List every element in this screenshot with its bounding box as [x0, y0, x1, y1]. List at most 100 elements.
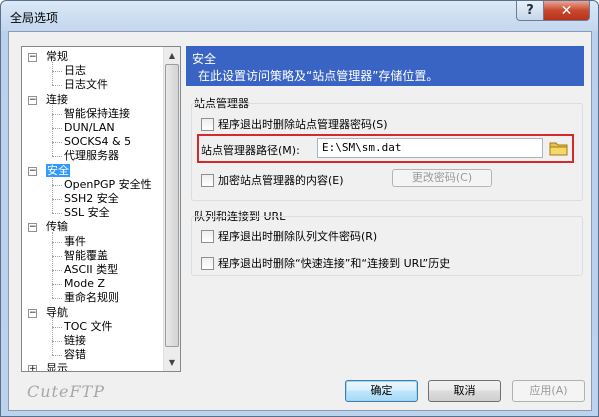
tree-connector: [52, 199, 62, 200]
tree-leaf[interactable]: 智能保持连接: [64, 107, 130, 121]
scroll-thumb[interactable]: [165, 64, 179, 347]
tree-leaf[interactable]: OpenPGP 安全性: [64, 178, 152, 192]
tree-scrollbar[interactable]: ▲ ▼: [163, 47, 180, 371]
collapse-icon[interactable]: −: [28, 223, 37, 233]
tree-leaf[interactable]: 代理服务器: [64, 149, 119, 163]
encrypt-sm-option[interactable]: 加密站点管理器的内容(E): [201, 172, 344, 188]
tree-connector: [52, 184, 62, 186]
tree-leaf[interactable]: Mode Z: [64, 277, 105, 291]
delete-queue-password-option[interactable]: 程序退出时删除队列文件密码(R): [201, 228, 377, 244]
tree-leaf[interactable]: SOCKS4 & 5: [64, 135, 131, 149]
tree-item-label: 传输: [46, 220, 68, 234]
delete-sm-password-label: 程序退出时删除站点管理器密码(S): [218, 118, 388, 131]
tree-leaf[interactable]: ASCII 类型: [64, 263, 118, 277]
tree-leaf[interactable]: 容错: [64, 348, 86, 362]
tree-leaf[interactable]: DUN/LAN: [64, 121, 115, 135]
window-title: 全局选项: [10, 11, 59, 25]
tree-connector: [52, 128, 62, 129]
scroll-down-icon[interactable]: ▼: [164, 354, 180, 370]
cuteftp-logo: CuteFTP: [27, 382, 105, 401]
tree-item-label: 安全: [46, 163, 70, 177]
tree-item-label: ASCII 类型: [64, 263, 119, 276]
path-input[interactable]: E:\SM\sm.dat: [317, 138, 543, 158]
change-password-button[interactable]: 更改密码(C): [392, 169, 492, 187]
collapse-icon[interactable]: −: [28, 166, 37, 176]
tree-connector: [52, 298, 62, 300]
tree-item-label: 日志文件: [64, 78, 108, 92]
tree-connector: [52, 156, 62, 158]
tree-connector: [52, 355, 62, 357]
tree-item-label: SOCKS4 & 5: [64, 135, 132, 149]
tree-item-label: 智能覆盖: [64, 248, 108, 262]
tree-item-label: 导航: [46, 305, 68, 319]
delete-history-checkbox[interactable]: [201, 256, 214, 270]
tree-item-label: 显示: [46, 362, 68, 372]
tree-leaf[interactable]: 日志: [64, 64, 86, 78]
folder-icon: [549, 142, 568, 156]
tree-item-label: SSL 安全: [64, 206, 110, 220]
tree-leaf[interactable]: 重命名规则: [64, 291, 119, 305]
tree-connector: [52, 142, 62, 144]
help-button[interactable]: ?: [516, 1, 544, 21]
delete-queue-password-label: 程序退出时删除队列文件密码(R): [218, 230, 378, 243]
tree-item-label: 代理服务器: [64, 149, 119, 163]
section-header: 安全 在此设置访问策略及“站点管理器”存储位置。: [186, 46, 584, 86]
section-description: 在此设置访问策略及“站点管理器”存储位置。: [198, 69, 439, 83]
tree-connector: [52, 62, 53, 86]
tree-item-label: 容错: [64, 348, 86, 362]
tree-connector: [52, 255, 62, 257]
tree-node[interactable]: 导航: [46, 306, 68, 320]
tree-connector: [52, 241, 62, 243]
title-bar[interactable]: 全局选项 ? ✕: [1, 1, 598, 31]
tree-leaf[interactable]: SSH2 安全: [64, 192, 119, 206]
delete-sm-password-option[interactable]: 程序退出时删除站点管理器密码(S): [201, 116, 388, 132]
tree-item-label: TOC 文件: [64, 319, 113, 333]
tree-connector: [52, 317, 53, 356]
tree-item-label: 智能保持连接: [64, 106, 130, 120]
options-tree[interactable]: ▲ ▼ − 常规 日志 日志文件 − 连接 智能保持连接 DUN/LAN SOCKS4 & 5代…: [21, 46, 181, 372]
collapse-icon[interactable]: −: [28, 308, 37, 318]
encrypt-sm-label: 加密站点管理器的内容(E): [218, 174, 344, 187]
tree-item-label: 日志: [64, 64, 86, 78]
tree-leaf[interactable]: 链接: [64, 334, 86, 348]
tree-connector: [52, 113, 62, 115]
tree-node[interactable]: 连接: [46, 93, 68, 107]
delete-history-option[interactable]: 程序退出时删除“快速连接”和“连接到 URL”历史: [201, 255, 450, 271]
scroll-up-icon[interactable]: ▲: [164, 47, 180, 63]
tree-leaf[interactable]: SSL 安全: [64, 206, 110, 220]
dialog-body: ▲ ▼ − 常规 日志 日志文件 − 连接 智能保持连接 DUN/LAN SOCKS4 & 5代…: [8, 31, 592, 411]
encrypt-sm-checkbox[interactable]: [201, 173, 214, 187]
tree-item-label: 事件: [64, 234, 86, 248]
cancel-button[interactable]: 取消: [428, 380, 501, 402]
tree-leaf[interactable]: 事件: [64, 235, 86, 249]
tree-item-label: 常规: [46, 50, 68, 63]
browse-folder-button[interactable]: [548, 138, 569, 158]
collapse-icon[interactable]: −: [28, 53, 37, 62]
expand-icon[interactable]: +: [28, 365, 37, 371]
tree-item-label: DUN/LAN: [64, 121, 115, 134]
path-label: 站点管理器路径(M):: [201, 144, 300, 157]
delete-queue-password-checkbox[interactable]: [201, 229, 214, 243]
tree-item-label: Mode Z: [64, 277, 106, 291]
close-icon: ✕: [560, 2, 573, 19]
tree-leaf[interactable]: TOC 文件: [64, 320, 113, 334]
tree-connector: [52, 232, 53, 299]
close-button[interactable]: ✕: [543, 1, 590, 21]
tree-node[interactable]: 显示: [46, 362, 68, 372]
tree-node[interactable]: 常规: [46, 50, 68, 64]
tree-connector: [52, 341, 62, 342]
tree-connector: [52, 71, 62, 73]
tree-connector: [52, 104, 53, 157]
tree-connector: [52, 326, 62, 328]
tree-leaf[interactable]: 智能覆盖: [64, 249, 108, 263]
tree-leaf[interactable]: 日志文件: [64, 78, 108, 92]
collapse-icon[interactable]: −: [28, 95, 37, 105]
tree-node[interactable]: 安全: [46, 163, 70, 178]
apply-button[interactable]: 应用(A): [512, 380, 585, 402]
help-icon: ?: [526, 3, 534, 18]
ok-button[interactable]: 确定: [345, 380, 418, 402]
dialog-window: 全局选项 ? ✕ ▲ ▼ − 常规 日志 日志文件 − 连接 智能保持连接 DUN/LAN SO…: [0, 0, 599, 417]
tree-node[interactable]: 传输: [46, 220, 68, 234]
delete-sm-password-checkbox[interactable]: [201, 117, 214, 131]
section-title: 安全: [192, 52, 217, 66]
